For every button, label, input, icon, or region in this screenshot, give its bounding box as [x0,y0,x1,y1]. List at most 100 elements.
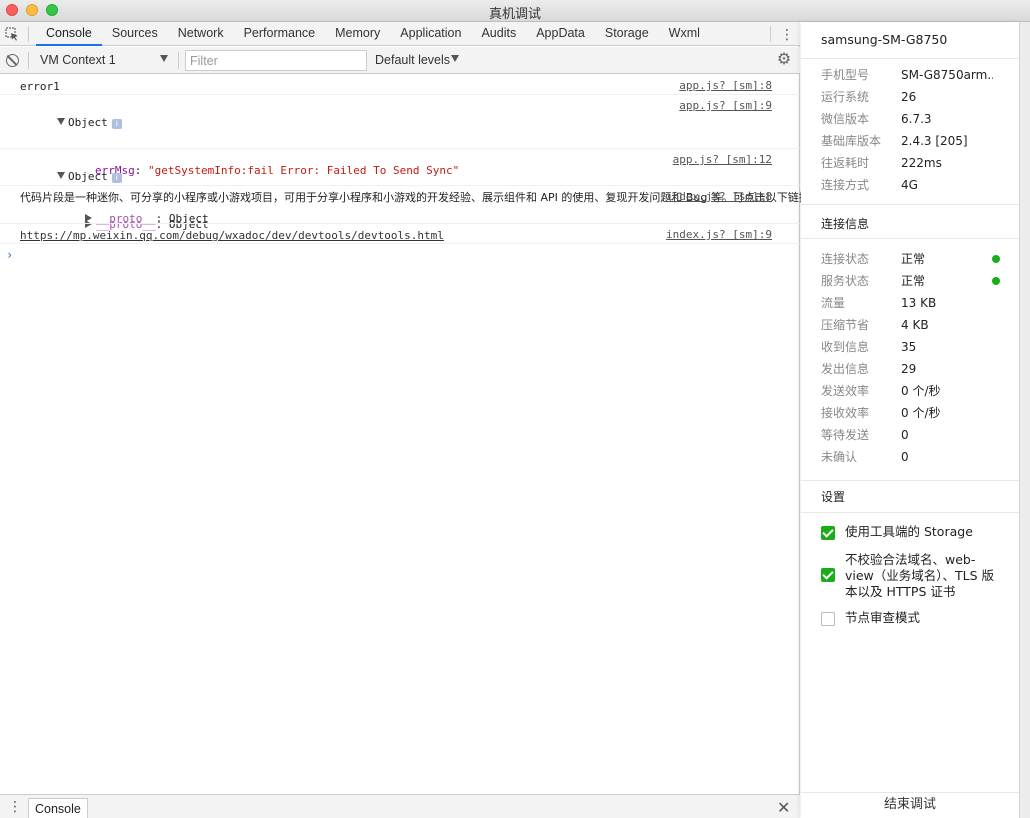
checkbox-icon[interactable] [821,612,835,626]
connection-row: 收到信息 35 [821,336,1011,358]
chevron-down-icon [451,55,459,62]
divider [801,238,1019,239]
filter-input[interactable] [185,50,367,71]
setting-label: 不校验合法域名、web-view（业务域名）、TLS 版本以及 HTTPS 证书 [845,552,995,599]
divider [801,512,1019,513]
info-value: 26 [901,90,917,104]
connection-row: 未确认 0 [821,446,1011,468]
connection-key: 等待发送 [821,428,870,442]
connection-key: 服务状态 [821,274,870,288]
checkbox-checked-icon[interactable] [821,568,835,582]
tab-storage[interactable]: Storage [595,22,659,46]
info-key: 基础库版本 [821,134,882,148]
tab-wxml[interactable]: Wxml [659,22,710,46]
source-link[interactable]: app.js? [sm]:9 [679,99,772,112]
connection-row: 等待发送 0 [821,424,1011,446]
checkbox-checked-icon[interactable] [821,526,835,540]
tab-console[interactable]: Console [36,22,102,46]
info-value: 222ms [901,156,942,170]
connection-value: 0 个/秒 [901,406,941,420]
tab-performance[interactable]: Performance [234,22,326,46]
devtools-pane: Console Sources Network Performance Memory Ap… [0,22,942,818]
toolbar-divider [28,52,29,69]
info-key: 运行系统 [821,90,870,104]
console-message: https://mp.weixin.qq.com/debug/wxadoc/de… [0,224,800,244]
connection-key: 流量 [821,296,846,310]
connection-key: 压缩节省 [821,318,870,332]
source-link[interactable]: index.js? [sm]:9 [666,228,772,241]
source-link[interactable]: app.js? [sm]:12 [673,153,772,166]
prompt-icon: › [6,248,14,262]
log-levels-dropdown[interactable]: Default levels [375,49,450,71]
tab-network[interactable]: Network [168,22,234,46]
info-key: 手机型号 [821,68,870,82]
tab-memory[interactable]: Memory [325,22,390,46]
setting-row[interactable]: 不校验合法域名、web-view（业务域名）、TLS 版本以及 HTTPS 证书 [821,552,1011,604]
connection-row: 连接状态 正常 [821,248,1011,270]
context-selector[interactable]: VM Context 1 [34,49,172,71]
setting-row[interactable]: 使用工具端的 Storage [821,524,1011,542]
section-title-connection: 连接信息 [821,217,870,231]
divider [801,204,1019,205]
info-row: 往返耗时 222ms [821,152,1011,174]
setting-row[interactable]: 节点审查模式 [821,610,1011,628]
connection-value: 0 个/秒 [901,384,941,398]
stop-debug-button[interactable]: 结束调试 [801,792,1019,818]
divider [801,58,1019,59]
info-icon: i [111,119,122,129]
console-toolbar: VM Context 1 Default levels ⚙ [0,47,800,74]
connection-key: 发送效率 [821,384,870,398]
tab-audits[interactable]: Audits [471,22,526,46]
inspect-element-icon[interactable] [5,27,19,41]
connection-row: 发送效率 0 个/秒 [821,380,1011,402]
console-message: Object i __proto__: Object app.js? [sm]:1… [0,149,800,231]
info-key: 微信版本 [821,112,870,126]
info-row: 微信版本 6.7.3 [821,108,1011,130]
object-label: Object [67,116,108,129]
connection-row: 接收效率 0 个/秒 [821,402,1011,424]
drawer-tab-console[interactable]: Console [28,798,88,818]
device-info-panel: samsung-SM-G8750 手机型号 SM-G8750arm... 运行系统 2… [801,22,1019,818]
connection-value: 正常 [901,252,926,266]
connection-value: 35 [901,340,917,354]
background-window-edge [1019,22,1030,818]
toolbar-divider [178,52,179,69]
info-row: 连接方式 4G [821,174,1011,196]
more-menu-icon[interactable]: ⋮ [780,26,794,42]
tab-appdata[interactable]: AppData [526,22,595,46]
object-label: Object [67,170,108,183]
close-icon[interactable]: ✕ [777,798,790,818]
source-link[interactable]: app.js? [sm]:8 [679,79,772,92]
status-dot-icon [992,277,1000,285]
drawer-menu-icon[interactable]: ⋮ [8,798,22,815]
gear-icon[interactable]: ⚙ [776,52,792,68]
devtools-tabs: Console Sources Network Performance Memory Ap… [36,22,710,46]
devtools-tab-bar: Console Sources Network Performance Memory Ap… [0,22,800,46]
connection-row: 发出信息 29 [821,358,1011,380]
expand-arrow-icon[interactable] [56,118,65,125]
connection-key: 收到信息 [821,340,870,354]
window-title: 真机调试 [488,7,541,22]
connection-value: 0 [901,428,909,442]
info-value: 6.7.3 [901,112,932,126]
source-link[interactable]: index.js? [sm]:8 [666,190,772,203]
connection-row: 压缩节省 4 KB [821,314,1011,336]
title-bar: 真机调试 [0,0,1030,22]
tab-divider [28,26,29,42]
connection-key: 发出信息 [821,362,870,376]
expand-arrow-icon[interactable] [56,172,65,179]
section-title-settings: 设置 [821,490,846,504]
tab-application[interactable]: Application [390,22,471,46]
info-row: 手机型号 SM-G8750arm... [821,64,1011,86]
status-dot-icon [992,255,1000,263]
console-message: 代码片段是一种迷你、可分享的小程序或小游戏项目，可用于分享小程序和小游戏的开发经… [0,186,942,224]
clear-console-icon[interactable] [6,54,19,67]
tab-divider [770,26,771,42]
info-row: 运行系统 26 [821,86,1011,108]
console-message: Object i errMsg: "getSystemInfo:fail Erro… [0,95,800,225]
connection-value: 4 KB [901,318,929,332]
console-prompt-row[interactable]: › [0,244,800,264]
info-key: 往返耗时 [821,156,870,170]
tab-sources[interactable]: Sources [102,22,168,46]
info-value: 2.4.3 [205] [901,134,968,148]
